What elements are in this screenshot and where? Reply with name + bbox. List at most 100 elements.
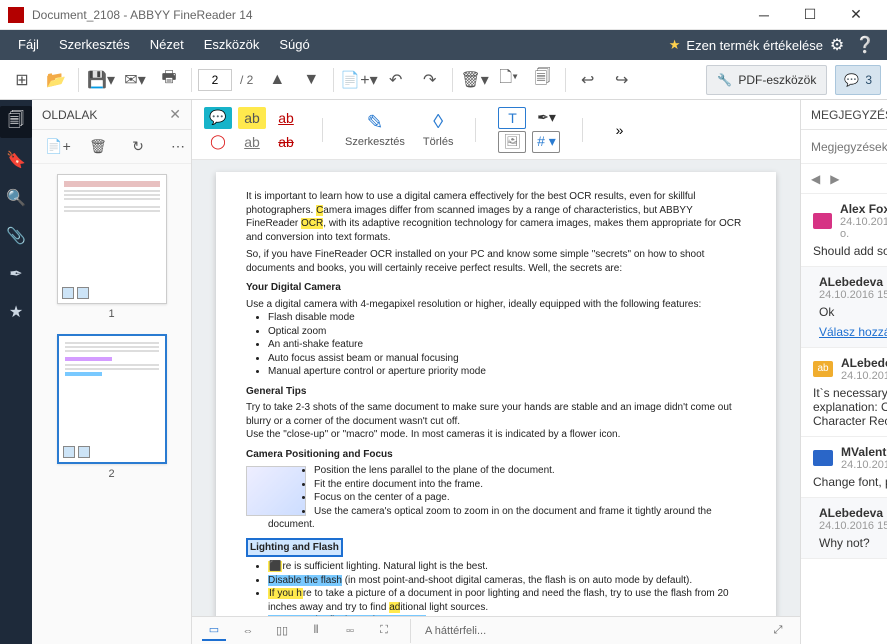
rail-pages-icon[interactable]: 🗐 xyxy=(0,106,32,138)
view-continuous-icon[interactable]: ⦀ xyxy=(304,621,328,641)
pages-pane: OLDALAK ✕ 📄+ 🗑 ↻ ⋯ 1 xyxy=(32,100,192,644)
new-doc-button[interactable]: ⊞ xyxy=(6,64,38,96)
stamp-icon[interactable]: ◯ xyxy=(204,131,232,153)
view-fullscreen-icon[interactable]: ⛶ xyxy=(372,621,396,641)
rate-product-link[interactable]: ★ Ezen termék értékelése xyxy=(669,37,823,53)
menu-help[interactable]: Súgó xyxy=(269,30,319,60)
rail-signatures-icon[interactable]: ✒ xyxy=(0,258,32,290)
comments-list[interactable]: Alex Fox 24.10.2016 15:39 2. o. ⋯ Should… xyxy=(801,194,887,644)
comments-toggle-button[interactable]: 💬 3 xyxy=(835,65,881,95)
comments-search-input[interactable] xyxy=(811,140,887,154)
link-icon[interactable]: # ▾ xyxy=(532,131,560,153)
next-comment-icon[interactable]: ▶ xyxy=(830,172,839,186)
rotate-right-button[interactable]: ↷ xyxy=(414,64,446,96)
help-icon[interactable]: ❔ xyxy=(851,35,879,55)
comment-item[interactable]: ab ALebedeva 24.10.2016 15:42 2. o. It`s… xyxy=(801,348,887,437)
rail-search-icon[interactable]: 🔍 xyxy=(0,182,32,214)
close-button[interactable]: ✕ xyxy=(833,0,879,30)
comments-count: 3 xyxy=(865,73,872,87)
add-page-icon[interactable]: 📄+ xyxy=(42,131,74,163)
view-book-icon[interactable]: ▯▯ xyxy=(270,621,294,641)
comment-reply-item[interactable]: ALebedeva 24.10.2016 15:44 Why not? xyxy=(801,498,887,559)
maximize-button[interactable]: ☐ xyxy=(787,0,833,30)
recognize-button[interactable]: 🗋▾ xyxy=(493,64,525,96)
erase-group[interactable]: ◊ Törlés xyxy=(423,112,454,148)
open-button[interactable]: 📂 xyxy=(40,64,72,96)
thumb-page-number: 1 xyxy=(57,308,167,320)
view-single-icon[interactable]: ▭ xyxy=(202,621,226,641)
comment-author: ALebedeva xyxy=(841,356,887,370)
erase-label: Törlés xyxy=(423,136,454,148)
page-thumbnail[interactable]: 2 xyxy=(57,334,167,480)
add-reply-link[interactable]: Válasz hozzáadása xyxy=(819,325,887,339)
view-thumb-icon[interactable]: ▫▫ xyxy=(338,621,362,641)
prev-comment-icon[interactable]: ◀ xyxy=(811,172,820,186)
wrench-icon: 🔧 xyxy=(717,73,732,87)
comment-body: Why not? xyxy=(819,536,887,550)
print-button[interactable]: 🖶 xyxy=(153,64,185,96)
menu-view[interactable]: Nézet xyxy=(140,30,194,60)
undo-button[interactable]: ↩ xyxy=(572,64,604,96)
menu-tools[interactable]: Eszközök xyxy=(194,30,270,60)
comment-reply-item[interactable]: ALebedeva 24.10.2016 15:41 Ok Válasz hoz… xyxy=(801,267,887,348)
edit-group[interactable]: ✎ Szerkesztés xyxy=(345,112,405,148)
comment-author: ALebedeva xyxy=(819,275,887,289)
document-viewport[interactable]: It is important to learn how to use a di… xyxy=(192,160,800,616)
status-label: A háttérfeli... xyxy=(425,625,486,637)
next-page-button[interactable]: ▼ xyxy=(295,64,327,96)
comment-avatar xyxy=(813,450,833,466)
comment-meta: 24.10.2016 15:44 xyxy=(819,520,887,532)
expand-tools-icon[interactable]: » xyxy=(605,119,633,141)
delete-button[interactable]: 🗑▾ xyxy=(459,64,491,96)
menu-edit[interactable]: Szerkesztés xyxy=(49,30,140,60)
settings-icon[interactable]: ⚙ xyxy=(823,35,851,55)
page-thumbnail[interactable]: 1 xyxy=(57,174,167,320)
comment-meta: 24.10.2016 15:41 xyxy=(819,289,887,301)
view-fitwidth-icon[interactable]: ⇔ xyxy=(236,621,260,641)
textbox-icon[interactable]: T xyxy=(498,107,526,129)
note-icon[interactable]: 💬 xyxy=(204,107,232,129)
comment-item[interactable]: MValentina 24.10.2016 15:44 2. o. Change… xyxy=(801,437,887,498)
remove-page-icon[interactable]: 🗑 xyxy=(82,131,114,163)
add-page-button[interactable]: 📄+▾ xyxy=(340,64,377,96)
menu-file[interactable]: Fájl xyxy=(8,30,49,60)
signature-icon[interactable]: ✒▾ xyxy=(532,107,560,129)
comment-avatar xyxy=(813,213,832,229)
more-icon[interactable]: ⋯ xyxy=(162,131,194,163)
rotate-icon[interactable]: ↻ xyxy=(122,131,154,163)
comment-meta: 24.10.2016 15:39 2. o. xyxy=(840,216,887,240)
illustration-placeholder xyxy=(246,466,306,516)
page-number-input[interactable] xyxy=(198,69,232,91)
strikeout-icon[interactable]: ab xyxy=(272,131,300,153)
zoom-fit-icon[interactable]: ⤢ xyxy=(766,621,790,641)
image-icon[interactable]: 🖼 xyxy=(498,131,526,153)
underline-icon[interactable]: ab xyxy=(272,107,300,129)
minimize-button[interactable]: ─ xyxy=(741,0,787,30)
save-button[interactable]: 💾▾ xyxy=(85,64,117,96)
insert-text-icon[interactable]: ab xyxy=(238,131,266,153)
rotate-left-button[interactable]: ↶ xyxy=(380,64,412,96)
prev-page-button[interactable]: ▲ xyxy=(261,64,293,96)
edit-icon: ✎ xyxy=(361,112,389,134)
rail-bookmarks-icon[interactable]: 🔖 xyxy=(0,144,32,176)
comment-item[interactable]: Alex Fox 24.10.2016 15:39 2. o. ⋯ Should… xyxy=(801,194,887,267)
comment-author: Alex Fox xyxy=(840,202,887,216)
document-page: It is important to learn how to use a di… xyxy=(216,172,776,616)
mail-button[interactable]: ✉▾ xyxy=(119,64,151,96)
main-toolbar: ⊞ 📂 💾▾ ✉▾ 🖶 / 2 ▲ ▼ 📄+▾ ↶ ↷ 🗑▾ 🗋▾ 🗐 ↩ ↪ … xyxy=(0,60,887,100)
pages-pane-close-icon[interactable]: ✕ xyxy=(169,106,181,123)
pdf-tools-label: PDF-eszközök xyxy=(738,73,816,87)
verify-button[interactable]: 🗐 xyxy=(527,64,559,96)
rail-attachments-icon[interactable]: 📎 xyxy=(0,220,32,252)
erase-icon: ◊ xyxy=(424,112,452,134)
rail-favorites-icon[interactable]: ★ xyxy=(0,296,32,328)
redo-button[interactable]: ↪ xyxy=(606,64,638,96)
page-total-label: / 2 xyxy=(234,73,259,87)
left-rail: 🗐 🔖 🔍 📎 ✒ ★ xyxy=(0,100,32,644)
comment-body: Ok xyxy=(819,305,887,319)
highlight-icon[interactable]: ab xyxy=(238,107,266,129)
pdf-tools-button[interactable]: 🔧 PDF-eszközök xyxy=(706,65,827,95)
annotation-toolbar: 💬 ab ab ◯ ab ab ✎ Szerkesztés ◊ Törlés xyxy=(192,100,800,160)
comments-pane: MEGJEGYZÉSEK ✕ 🔍 ◀ ▶ AZ▾ ⧩▾ ⤓ Alex Fox 2… xyxy=(801,100,887,644)
star-icon: ★ xyxy=(669,37,681,53)
